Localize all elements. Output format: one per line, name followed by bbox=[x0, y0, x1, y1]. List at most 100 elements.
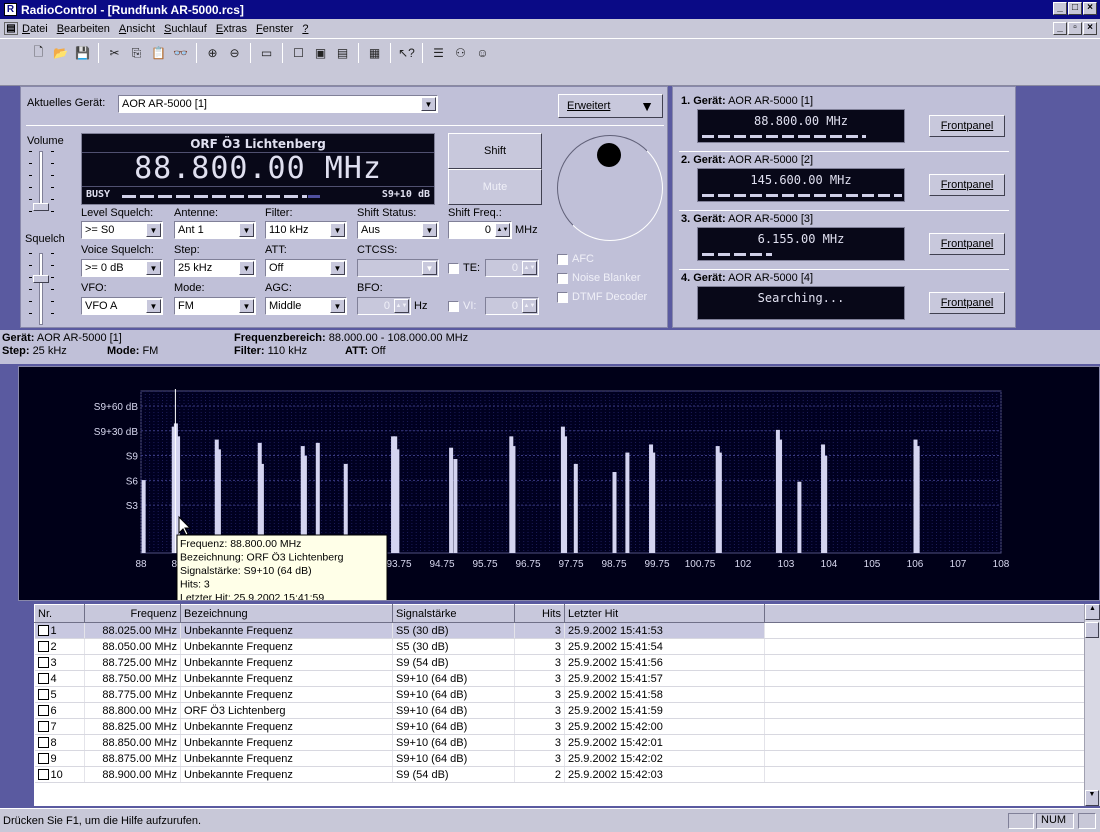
scan-icon[interactable]: ▣ bbox=[310, 43, 331, 63]
agc-select[interactable]: Middle ▼ bbox=[265, 297, 347, 315]
help-pointer-icon[interactable]: ↖? bbox=[396, 43, 417, 63]
table-row[interactable]: 8 88.850.00 MHz Unbekannte Frequenz S9+10 (… bbox=[34, 734, 1100, 751]
table-row[interactable]: 4 88.750.00 MHz Unbekannte Frequenz S9+10 (… bbox=[34, 670, 1100, 687]
scroll-thumb[interactable] bbox=[1085, 622, 1099, 638]
minimize-button[interactable]: _ bbox=[1053, 2, 1067, 15]
column-header[interactable]: Letzter Hit bbox=[564, 604, 765, 623]
spectrum-bar[interactable] bbox=[651, 452, 656, 553]
att-select[interactable]: Off ▼ bbox=[265, 259, 347, 277]
spectrum-bar[interactable] bbox=[449, 447, 454, 553]
new-file-icon[interactable]: 🗋 bbox=[28, 43, 49, 63]
spectrum-chart[interactable]: S9+60 dBS9+30 dBS9S6S38888.7589.7590.759… bbox=[18, 366, 1100, 608]
network-icon[interactable]: ⚇ bbox=[450, 43, 471, 63]
te-spinner[interactable]: 0 ▲▼ bbox=[485, 259, 539, 277]
erweitert-button[interactable]: Erweitert ▼ bbox=[558, 94, 663, 118]
scroll-up-icon[interactable]: ▲ bbox=[1085, 604, 1100, 620]
spectrum-bar[interactable] bbox=[823, 455, 828, 553]
vi-checkbox[interactable] bbox=[448, 301, 459, 312]
table-row[interactable]: 9 88.875.00 MHz Unbekannte Frequenz S9+10 (… bbox=[34, 750, 1100, 767]
step-select[interactable]: 25 kHz ▼ bbox=[174, 259, 256, 277]
antenne-select[interactable]: Ant 1 ▼ bbox=[174, 221, 256, 239]
shift-freq-spinner[interactable]: 0 ▲▼ bbox=[448, 221, 512, 239]
mute-button[interactable]: Mute bbox=[448, 169, 542, 205]
spectrum-bar[interactable] bbox=[511, 446, 516, 553]
menu-item-5[interactable]: Fenster bbox=[256, 23, 293, 35]
maximize-button[interactable]: □ bbox=[1068, 2, 1082, 15]
spectrum-bar[interactable] bbox=[563, 436, 568, 553]
frontpanel-icon[interactable]: ☰ bbox=[428, 43, 449, 63]
window-icon[interactable]: ▤ bbox=[332, 43, 353, 63]
ctcss-select[interactable]: ▼ bbox=[357, 259, 439, 277]
volume-slider-thumb[interactable] bbox=[33, 203, 49, 211]
noise-blanker-checkbox[interactable] bbox=[557, 273, 568, 284]
spectrum-bar[interactable] bbox=[625, 452, 630, 553]
zoom-in-icon[interactable]: ⊕ bbox=[202, 43, 223, 63]
afc-checkbox[interactable] bbox=[557, 254, 568, 265]
vfo-select[interactable]: VFO A ▼ bbox=[81, 297, 163, 315]
frontpanel-button[interactable]: Frontpanel bbox=[929, 174, 1005, 196]
menu-item-6[interactable]: ? bbox=[302, 23, 308, 35]
smiley-icon[interactable]: ☺ bbox=[472, 43, 493, 63]
shift-status-select[interactable]: Aus ▼ bbox=[357, 221, 439, 239]
row-checkbox[interactable] bbox=[37, 753, 49, 765]
table-row[interactable]: 7 88.825.00 MHz Unbekannte Frequenz S9+10 (… bbox=[34, 718, 1100, 735]
table-row[interactable]: 5 88.775.00 MHz Unbekannte Frequenz S9+10 (… bbox=[34, 686, 1100, 703]
row-checkbox[interactable] bbox=[37, 673, 49, 685]
spectrum-bar[interactable] bbox=[453, 459, 458, 553]
menu-item-3[interactable]: Suchlauf bbox=[164, 23, 207, 35]
row-checkbox[interactable] bbox=[37, 657, 49, 669]
row-checkbox[interactable] bbox=[37, 705, 49, 717]
menu-item-4[interactable]: Extras bbox=[216, 23, 247, 35]
copy-icon[interactable]: ⎘ bbox=[126, 43, 147, 63]
spectrum-bar[interactable] bbox=[778, 439, 783, 553]
bfo-spinner[interactable]: 0 ▲▼ bbox=[357, 297, 411, 315]
doc-close-button[interactable]: × bbox=[1083, 22, 1097, 35]
menu-item-1[interactable]: Bearbeiten bbox=[57, 23, 110, 35]
filter-select[interactable]: 110 kHz ▼ bbox=[265, 221, 347, 239]
spectrum-bar[interactable] bbox=[395, 449, 400, 553]
document-icon[interactable]: ▤ bbox=[4, 22, 18, 35]
spectrum-bar[interactable] bbox=[141, 480, 146, 553]
save-icon[interactable]: 💾 bbox=[72, 43, 93, 63]
mode-select[interactable]: FM ▼ bbox=[174, 297, 256, 315]
column-header[interactable]: Hits bbox=[514, 604, 565, 623]
menu-item-0[interactable]: Datei bbox=[22, 23, 48, 35]
spectrum-bar[interactable] bbox=[797, 481, 802, 553]
vi-spinner[interactable]: 0 ▲▼ bbox=[485, 297, 539, 315]
zoom-out-icon[interactable]: ⊖ bbox=[224, 43, 245, 63]
properties-icon[interactable]: ☐ bbox=[288, 43, 309, 63]
close-button[interactable]: × bbox=[1083, 2, 1097, 15]
doc-minimize-button[interactable]: _ bbox=[1053, 22, 1067, 35]
column-header[interactable]: Signalstärke bbox=[392, 604, 515, 623]
shift-button[interactable]: Shift bbox=[448, 133, 542, 169]
scroll-down-icon[interactable]: ▼ bbox=[1085, 790, 1099, 806]
frontpanel-button[interactable]: Frontpanel bbox=[929, 233, 1005, 255]
row-checkbox[interactable] bbox=[37, 641, 49, 653]
doc-restore-button[interactable]: ▫ bbox=[1068, 22, 1082, 35]
open-folder-icon[interactable]: 📂 bbox=[50, 43, 71, 63]
receiver-icon[interactable]: ▦ bbox=[364, 43, 385, 63]
vertical-scrollbar[interactable]: ▲ ▼ bbox=[1084, 604, 1100, 806]
monitor-icon[interactable]: ▭ bbox=[256, 43, 277, 63]
row-checkbox[interactable] bbox=[37, 721, 49, 733]
table-row[interactable]: 1 88.025.00 MHz Unbekannte Frequenz S5 (30 … bbox=[34, 622, 1100, 639]
level-squelch-select[interactable]: >= S0 ▼ bbox=[81, 221, 163, 239]
binoculars-icon[interactable]: 👓 bbox=[170, 43, 191, 63]
spectrum-bar[interactable] bbox=[612, 472, 617, 553]
te-checkbox[interactable] bbox=[448, 263, 459, 274]
spectrum-bar[interactable] bbox=[717, 452, 722, 553]
row-checkbox[interactable] bbox=[37, 689, 49, 701]
squelch-slider-thumb[interactable] bbox=[33, 275, 49, 283]
spectrum-bar[interactable] bbox=[915, 446, 920, 553]
device-select[interactable]: AOR AR-5000 [1] ▼ bbox=[118, 95, 438, 113]
cut-icon[interactable]: ✂ bbox=[104, 43, 125, 63]
row-checkbox[interactable] bbox=[37, 737, 49, 749]
dtmf-decoder-checkbox[interactable] bbox=[557, 292, 568, 303]
paste-icon[interactable]: 📋 bbox=[148, 43, 169, 63]
table-row[interactable]: 3 88.725.00 MHz Unbekannte Frequenz S9 (54 … bbox=[34, 654, 1100, 671]
column-header[interactable]: Nr. bbox=[34, 604, 85, 623]
frontpanel-button[interactable]: Frontpanel bbox=[929, 115, 1005, 137]
menu-item-2[interactable]: Ansicht bbox=[119, 23, 155, 35]
table-row[interactable]: 2 88.050.00 MHz Unbekannte Frequenz S5 (30 … bbox=[34, 638, 1100, 655]
row-checkbox[interactable] bbox=[37, 625, 49, 637]
